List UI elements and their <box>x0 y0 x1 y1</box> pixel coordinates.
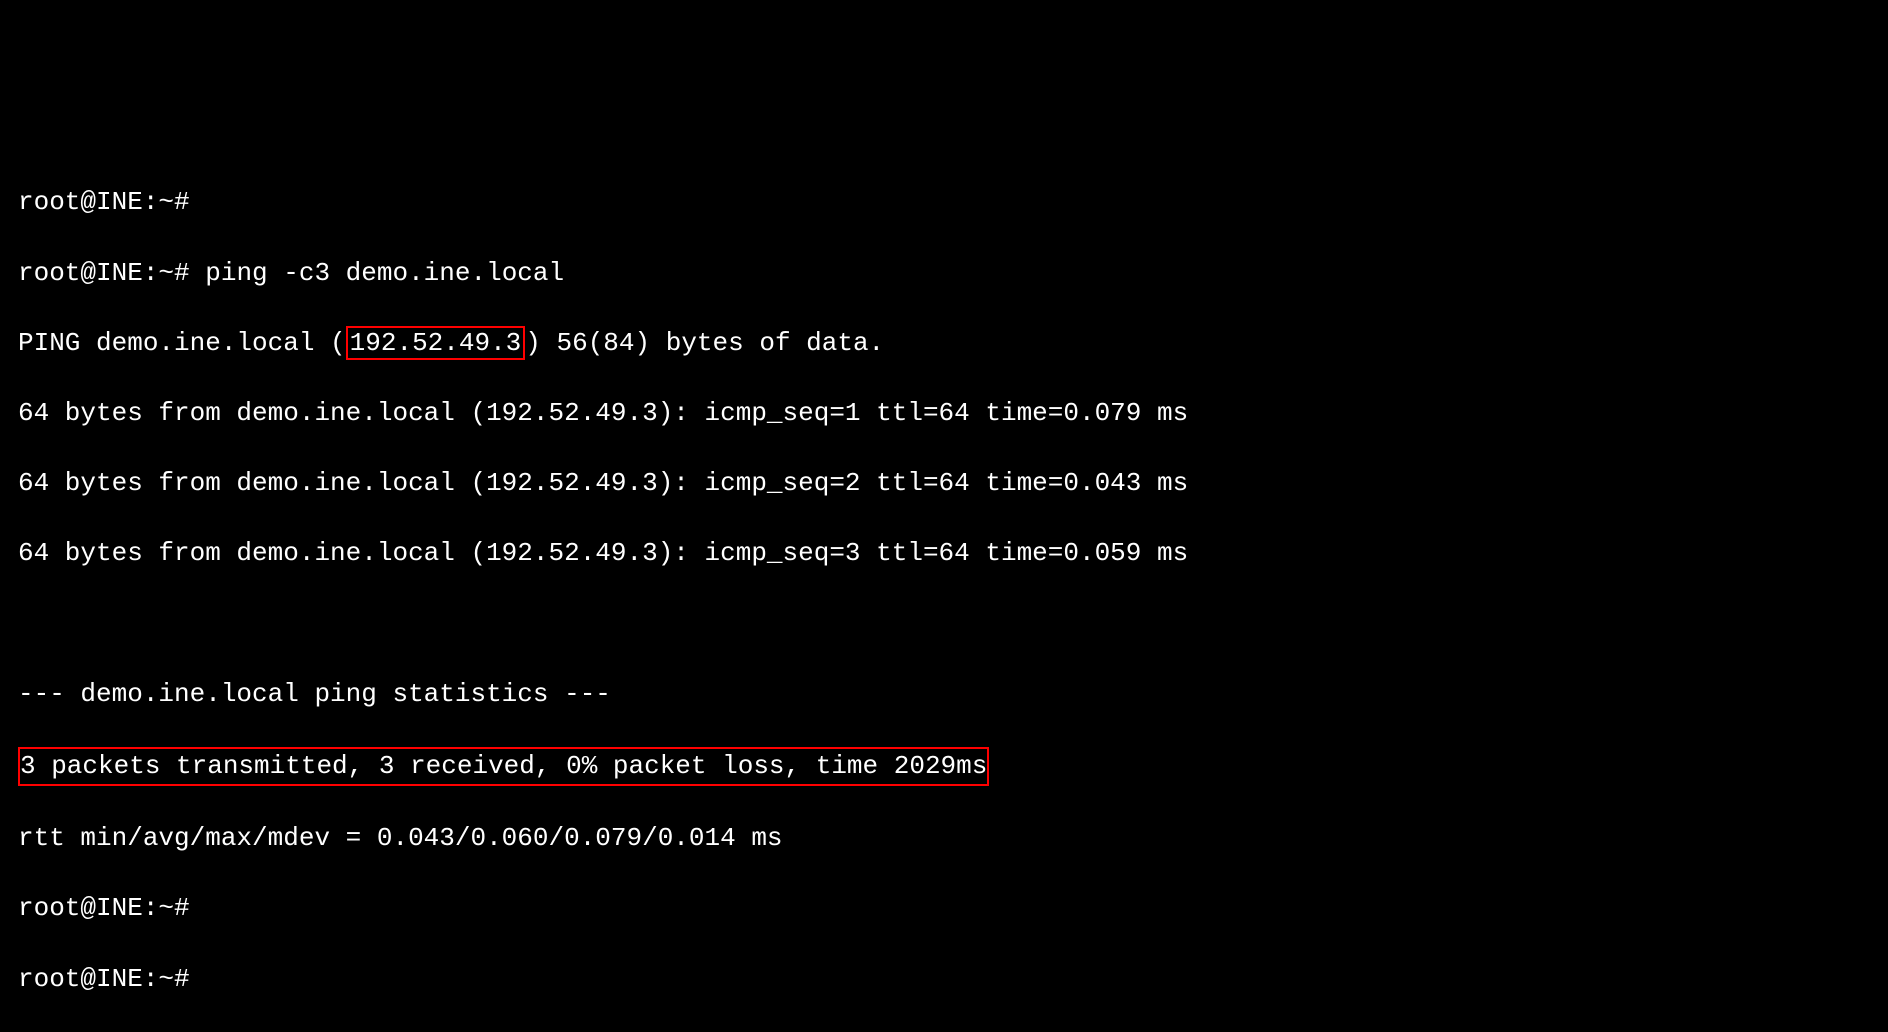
stats-highlight: 3 packets transmitted, 3 received, 0% pa… <box>18 747 989 786</box>
ping-reply-1: 64 bytes from demo.ine.local (192.52.49.… <box>18 396 1870 431</box>
command-text: ping -c3 demo.ine.local <box>205 258 564 288</box>
terminal-output[interactable]: root@INE:~# root@INE:~# ping -c3 demo.in… <box>18 150 1870 1031</box>
ip-highlight: 192.52.49.3 <box>346 326 526 360</box>
ping-reply-2: 64 bytes from demo.ine.local (192.52.49.… <box>18 466 1870 501</box>
prompt-line-2: root@INE:~# <box>18 891 1870 926</box>
ping-header-post: ) 56(84) bytes of data. <box>525 328 884 358</box>
prompt-line-3: root@INE:~# <box>18 962 1870 997</box>
command-line: root@INE:~# ping -c3 demo.ine.local <box>18 256 1870 291</box>
prompt-line: root@INE:~# <box>18 185 1870 220</box>
ping-reply-3: 64 bytes from demo.ine.local (192.52.49.… <box>18 536 1870 571</box>
blank-line <box>18 607 1870 642</box>
rtt-line: rtt min/avg/max/mdev = 0.043/0.060/0.079… <box>18 821 1870 856</box>
ping-header-pre: PING demo.ine.local ( <box>18 328 346 358</box>
ping-header-line: PING demo.ine.local (192.52.49.3) 56(84)… <box>18 326 1870 361</box>
prompt-text: root@INE:~# <box>18 258 190 288</box>
stats-header-line: --- demo.ine.local ping statistics --- <box>18 677 1870 712</box>
stats-summary-line: 3 packets transmitted, 3 received, 0% pa… <box>18 747 1870 786</box>
